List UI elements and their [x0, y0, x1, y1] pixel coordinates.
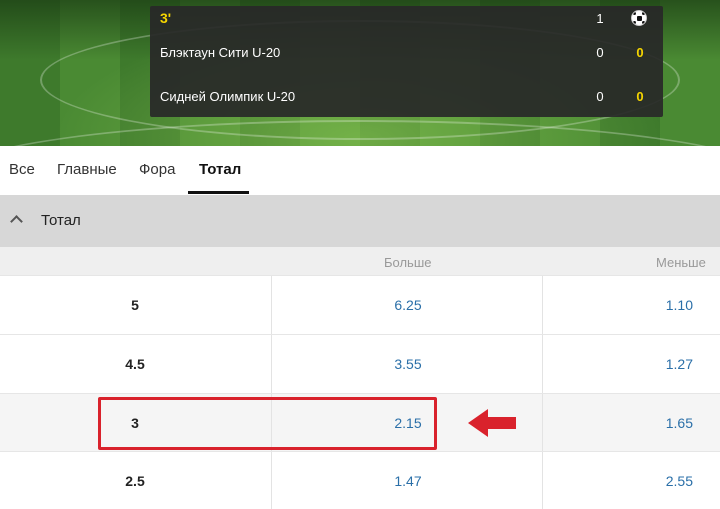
- soccer-ball-icon: [631, 10, 647, 26]
- team-period-score: 0: [596, 44, 604, 60]
- under-odds-button[interactable]: 1.65: [544, 394, 720, 452]
- total-line: 2.5: [125, 473, 145, 489]
- under-odds-value: 1.27: [665, 356, 693, 372]
- total-line: 4.5: [125, 356, 145, 372]
- team-name: Блэктаун Сити U-20: [160, 44, 281, 60]
- team-name: Сидней Олимпик U-20: [160, 88, 296, 104]
- odds-row: 2.5 1.47 2.55: [0, 451, 720, 509]
- team-period-score: 0: [596, 88, 604, 104]
- match-header: 3' 1 Блэктаун Сити U-20 0 0 Сидней Олимп…: [0, 0, 720, 146]
- under-odds-value: 1.10: [665, 297, 693, 313]
- over-odds-value: 1.47: [394, 473, 422, 489]
- active-tab-indicator: [188, 191, 249, 194]
- over-odds-button[interactable]: 1.47: [271, 452, 543, 509]
- under-odds-button[interactable]: 2.55: [544, 452, 720, 509]
- under-column-header: Меньше: [656, 255, 706, 270]
- scoreboard-header-row: 3' 1: [150, 6, 663, 30]
- team-total-score: 0: [636, 44, 644, 60]
- over-odds-value: 3.55: [394, 356, 422, 372]
- odds-row: 4.5 3.55 1.27: [0, 334, 720, 393]
- tab-total[interactable]: Тотал: [199, 161, 241, 178]
- under-odds-button[interactable]: 1.10: [544, 276, 720, 334]
- over-odds-value: 6.25: [394, 297, 422, 313]
- tab-all[interactable]: Все: [9, 161, 35, 178]
- under-odds-value: 1.65: [665, 415, 693, 431]
- left-arrow-icon: [468, 409, 516, 437]
- under-odds-value: 2.55: [665, 473, 693, 489]
- tab-handicap[interactable]: Фора: [139, 161, 175, 178]
- team-total-score: 0: [636, 88, 644, 104]
- odds-row: 5 6.25 1.10: [0, 275, 720, 334]
- period-column-header: 1: [596, 10, 604, 26]
- over-odds-button[interactable]: 6.25: [271, 276, 543, 334]
- match-time: 3': [160, 10, 172, 26]
- team-row: Блэктаун Сити U-20 0 0: [150, 40, 663, 64]
- total-line: 5: [131, 297, 139, 313]
- chevron-up-icon[interactable]: [10, 215, 23, 228]
- tab-main[interactable]: Главные: [57, 161, 117, 178]
- section-title: Тотал: [41, 212, 81, 229]
- pitch-marking-line: [0, 120, 720, 146]
- market-section-header[interactable]: Тотал: [0, 195, 720, 247]
- market-tabs: Все Главные Фора Тотал: [0, 146, 720, 194]
- over-column-header: Больше: [384, 255, 432, 270]
- under-odds-button[interactable]: 1.27: [544, 335, 720, 393]
- scoreboard: 3' 1 Блэктаун Сити U-20 0 0 Сидней Олимп…: [150, 6, 663, 117]
- team-row: Сидней Олимпик U-20 0 0: [150, 84, 663, 108]
- highlight-box: [98, 397, 437, 450]
- odds-column-headers: Больше Меньше: [0, 247, 720, 275]
- over-odds-button[interactable]: 3.55: [271, 335, 543, 393]
